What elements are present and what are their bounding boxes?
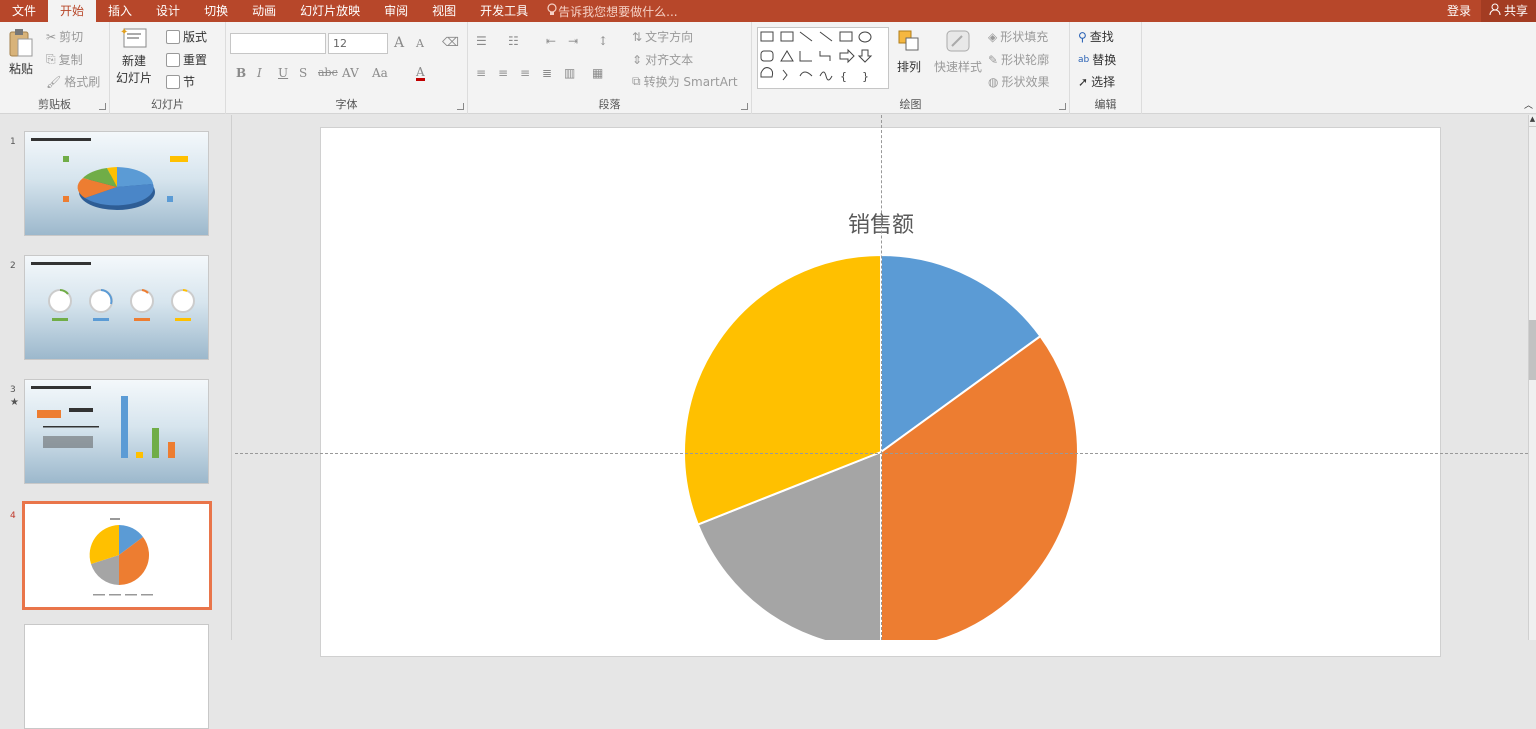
- vertical-scrollbar[interactable]: ▲: [1528, 115, 1536, 640]
- scroll-up-arrow-icon[interactable]: ▲: [1529, 115, 1536, 127]
- scroll-thumb[interactable]: [1529, 320, 1536, 380]
- pie-chart[interactable]: [0, 0, 1536, 640]
- vertical-guide[interactable]: [881, 115, 882, 640]
- horizontal-guide[interactable]: [235, 453, 1528, 454]
